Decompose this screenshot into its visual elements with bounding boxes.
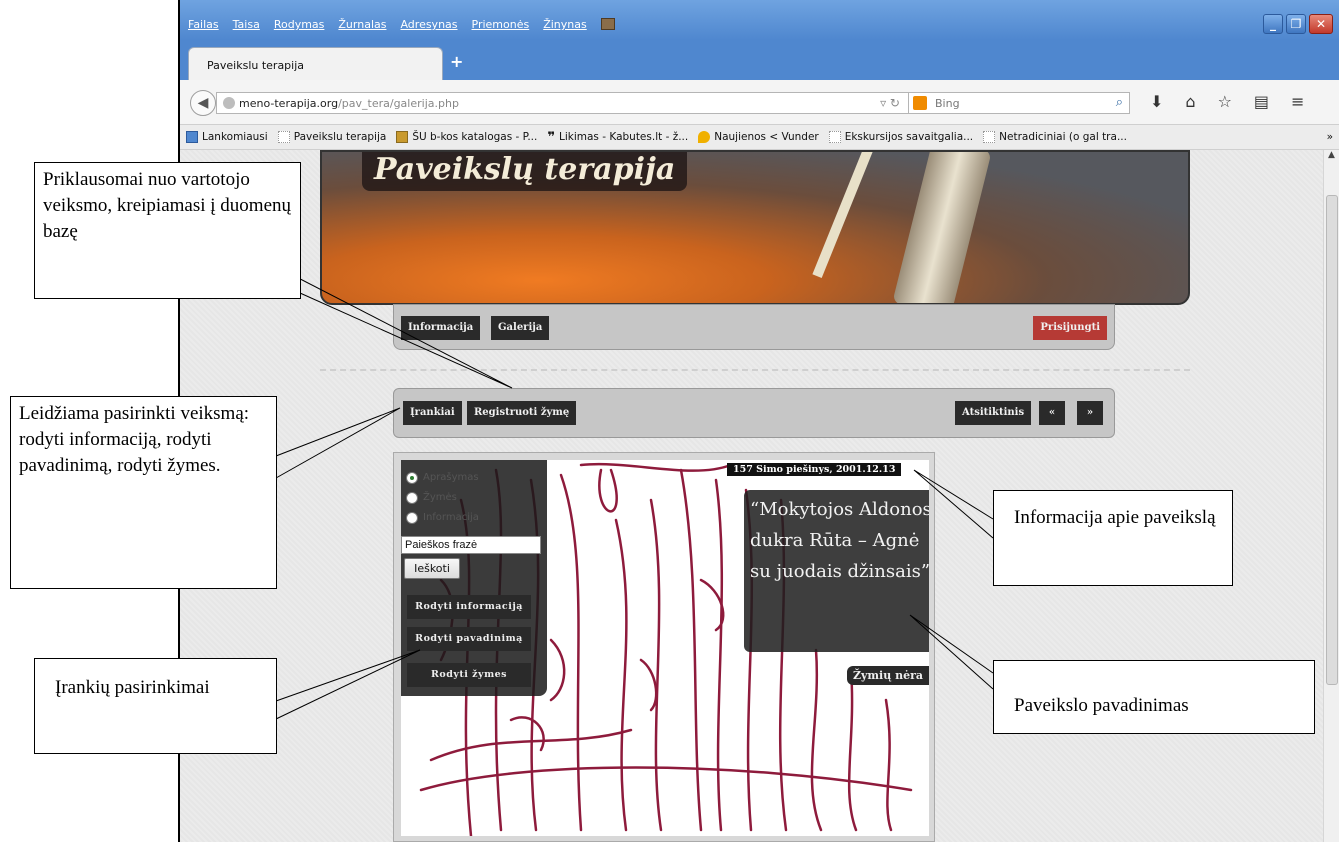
menu-help[interactable]: Žinynas (543, 18, 587, 31)
prev-button[interactable]: « (1039, 401, 1065, 425)
bookmark-item[interactable]: Naujienos < Vunder (698, 131, 819, 143)
bookmark-item[interactable]: Paveikslu terapija (277, 131, 387, 143)
bookmark-label: Paveikslu terapija (293, 131, 387, 143)
tab-strip: Paveikslu terapija + (180, 40, 1339, 80)
download-icon[interactable]: ⬇ (1150, 92, 1163, 111)
reading-list-icon[interactable]: ▤ (1254, 92, 1269, 111)
callout-tools: Įrankių pasirinkimai (34, 658, 277, 754)
reload-icon[interactable]: ▿ ↻ (880, 96, 900, 110)
back-arrow-icon[interactable]: ◀ (190, 90, 216, 116)
menu-bookmarks[interactable]: Adresynas (400, 18, 457, 31)
menu-bar: Failas Taisa Rodymas Žurnalas Adresynas … (180, 0, 1339, 40)
bookmark-item[interactable]: Lankomiausi (186, 131, 268, 143)
picture-info-badge: 157 Simo piešinys, 2001.12.13 (727, 463, 902, 476)
menu-tools[interactable]: Priemonės (472, 18, 530, 31)
tools-button[interactable]: Įrankiai (403, 401, 462, 425)
callout-database: Priklausomai nuo vartotojo veiksmo, krei… (34, 162, 301, 299)
bookmark-label: ŠU b-kos katalogas - P... (412, 131, 538, 143)
bookmark-label: Netradiciniai (o gal tra... (999, 131, 1127, 143)
login-button[interactable]: Prisijungti (1033, 316, 1107, 340)
navigation-bar: ◀ meno-terapija.org/pav_tera/galerija.ph… (180, 80, 1339, 125)
page-icon (828, 131, 841, 143)
window-controls: _ ❐ ✕ (1263, 14, 1333, 34)
vertical-scrollbar[interactable]: ▲ (1323, 150, 1339, 842)
search-bar[interactable]: Bing ⌕ (908, 92, 1130, 114)
radio-tags[interactable] (406, 492, 418, 504)
menu-edit[interactable]: Taisa (233, 18, 260, 31)
menu-thumbnail-icon (600, 18, 615, 30)
page-icon (983, 131, 996, 143)
picture-title: “Mokytojos Aldonos dukra Rūta – Agnė su … (744, 490, 929, 652)
divider (320, 369, 1190, 371)
gallery-toolbar: Įrankiai Registruoti žymę Atsitiktinis «… (393, 388, 1115, 438)
paintbrush-image (812, 152, 882, 279)
bookmark-item[interactable]: Ekskursijos savaitgalia... (828, 131, 974, 143)
bookmark-label: Naujienos < Vunder (714, 131, 819, 143)
close-icon[interactable]: ✕ (1309, 14, 1333, 34)
tab-active[interactable]: Paveikslu terapija (188, 47, 443, 80)
most-visited-icon (186, 131, 198, 143)
child-drawing: Aprašymas Žymės Informacija Ieškoti Rody… (401, 460, 929, 836)
url-host: meno-terapija.org (239, 97, 339, 110)
bookmark-item[interactable]: ŠU b-kos katalogas - P... (396, 131, 537, 143)
site-nav: Informacija Galerija Prisijungti (393, 304, 1115, 350)
new-tab-button[interactable]: + (450, 52, 463, 71)
search-phrase-input[interactable] (401, 536, 541, 554)
magnifier-icon[interactable]: ⌕ (1116, 95, 1123, 110)
nav-info-button[interactable]: Informacija (401, 316, 481, 340)
home-icon[interactable]: ⌂ (1185, 92, 1195, 111)
site-banner: Paveikslų terapija (320, 150, 1190, 305)
paintbrush-image (892, 152, 992, 303)
page-icon (277, 131, 290, 143)
show-tags-button[interactable]: Rodyti žymes (407, 663, 531, 687)
bookmarks-overflow-chevron[interactable]: » (1327, 131, 1333, 143)
tools-panel: Aprašymas Žymės Informacija Ieškoti Rody… (401, 460, 547, 696)
url-text: meno-terapija.org/pav_tera/galerija.php (239, 97, 459, 110)
radio-information[interactable] (406, 512, 418, 524)
bookmark-label: Likimas - Kabutes.lt - ž... (559, 131, 689, 143)
scroll-up-arrow-icon[interactable]: ▲ (1324, 150, 1339, 165)
bookmark-item[interactable]: Netradiciniai (o gal tra... (983, 131, 1127, 143)
menu-items: Failas Taisa Rodymas Žurnalas Adresynas … (188, 18, 615, 31)
show-info-button[interactable]: Rodyti informaciją (407, 595, 531, 619)
minimize-icon[interactable]: _ (1263, 14, 1283, 34)
globe-icon (223, 97, 235, 109)
address-bar[interactable]: meno-terapija.org/pav_tera/galerija.php … (216, 92, 909, 114)
callout-info: Informacija apie paveikslą (993, 490, 1233, 586)
bookmark-label: Ekskursijos savaitgalia... (844, 131, 974, 143)
gallery-frame: Aprašymas Žymės Informacija Ieškoti Rody… (393, 452, 935, 842)
next-button[interactable]: » (1077, 401, 1103, 425)
search-button[interactable]: Ieškoti (404, 558, 460, 579)
scroll-thumb[interactable] (1326, 195, 1338, 685)
quote-icon: ❞ (547, 129, 555, 145)
show-title-button[interactable]: Rodyti pavadinimą (407, 627, 531, 651)
radio-information-label: Informacija (423, 512, 479, 523)
site-title: Paveikslų terapija (362, 152, 688, 191)
drop-icon (698, 131, 711, 143)
bing-logo-icon (913, 96, 927, 110)
toolbar-icons: ⬇ ⌂ ☆ ▤ ≡ (1150, 92, 1304, 111)
radio-description[interactable] (406, 472, 418, 484)
menu-file[interactable]: Failas (188, 18, 219, 31)
radio-tags-label: Žymės (423, 492, 457, 503)
random-button[interactable]: Atsitiktinis (955, 401, 1032, 425)
menu-history[interactable]: Žurnalas (338, 18, 386, 31)
bookmark-item[interactable]: ❞ Likimas - Kabutes.lt - ž... (547, 130, 688, 145)
star-icon[interactable]: ☆ (1218, 92, 1232, 111)
register-tag-button[interactable]: Registruoti žymę (467, 401, 577, 425)
callout-title: Paveikslo pavadinimas (993, 660, 1315, 734)
search-placeholder: Bing (935, 97, 960, 110)
bookmarks-bar: Lankomiausi Paveikslu terapija ŠU b-kos … (180, 125, 1339, 150)
book-icon (396, 131, 409, 143)
restore-icon[interactable]: ❐ (1286, 14, 1306, 34)
url-path: /pav_tera/galerija.php (338, 97, 459, 110)
radio-description-label: Aprašymas (423, 472, 479, 483)
nav-gallery-button[interactable]: Galerija (491, 316, 550, 340)
hamburger-menu-icon[interactable]: ≡ (1291, 92, 1304, 111)
menu-view[interactable]: Rodymas (274, 18, 325, 31)
callout-actions: Leidžiama pasirinkti veiksmą: rodyti inf… (10, 396, 277, 589)
bookmark-label: Lankomiausi (202, 131, 268, 143)
tab-title: Paveikslu terapija (207, 59, 305, 72)
tags-badge: Žymių nėra (847, 666, 929, 685)
